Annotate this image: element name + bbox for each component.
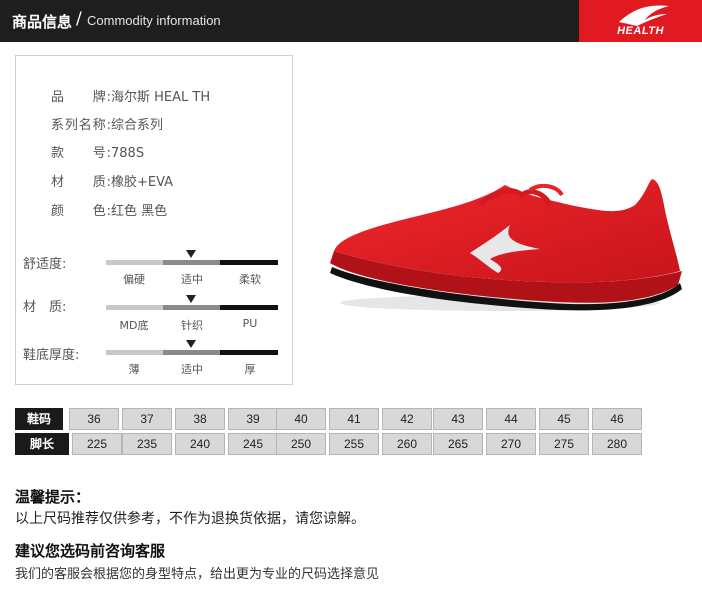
scale-indicator-icon bbox=[186, 340, 196, 348]
size-cell: 37 bbox=[122, 408, 172, 430]
size-cell: 42 bbox=[382, 408, 432, 430]
size-cell: 38 bbox=[175, 408, 225, 430]
scale-tick: 适中 bbox=[181, 363, 203, 376]
scale-tick: PU bbox=[242, 317, 258, 330]
product-image bbox=[300, 45, 702, 375]
size-cell: 240 bbox=[175, 433, 225, 455]
scale-segment bbox=[220, 260, 278, 265]
scale-indicator-icon bbox=[186, 295, 196, 303]
scale-segment bbox=[106, 260, 163, 265]
size-cell: 280 bbox=[592, 433, 642, 455]
scale-tick: 偏硬 bbox=[123, 273, 145, 286]
info-row-material: 材 质:橡胶+EVA bbox=[51, 171, 173, 190]
scale-tick: 适中 bbox=[181, 273, 203, 286]
size-cell: 44 bbox=[486, 408, 536, 430]
size-cell: 46 bbox=[592, 408, 642, 430]
info-value: 综合系列 bbox=[111, 118, 164, 133]
info-label: 材 质: bbox=[51, 175, 111, 190]
scale-segment bbox=[163, 350, 220, 355]
product-info-panel: 品 牌:海尔斯 HEAL TH 系列名称:综合系列 款 号:788S 材 质:橡… bbox=[15, 55, 293, 385]
scale-segment bbox=[163, 305, 220, 310]
header-subtitle: Commodity information bbox=[87, 13, 221, 28]
size-cell: 235 bbox=[122, 433, 172, 455]
scale-segment bbox=[220, 350, 278, 355]
size-cell: 275 bbox=[539, 433, 589, 455]
info-row-brand: 品 牌:海尔斯 HEAL TH bbox=[51, 86, 210, 105]
info-label: 颜 色: bbox=[51, 204, 111, 219]
size-cell: 265 bbox=[433, 433, 483, 455]
size-cell: 255 bbox=[329, 433, 379, 455]
scale-label-sole-thickness: 鞋底厚度: bbox=[23, 348, 80, 363]
size-cell: 270 bbox=[486, 433, 536, 455]
size-cell: 36 bbox=[69, 408, 119, 430]
scale-segment bbox=[220, 305, 278, 310]
info-value: 788S bbox=[111, 146, 145, 161]
info-value: 橡胶+EVA bbox=[111, 175, 174, 190]
scale-segment bbox=[106, 350, 163, 355]
header-slash: / bbox=[76, 9, 82, 29]
info-label: 款 号: bbox=[51, 146, 111, 161]
tips-title-advice: 建议您选码前咨询客服 bbox=[15, 542, 166, 560]
scale-tick: 柔软 bbox=[239, 273, 261, 286]
scale-segment bbox=[106, 305, 163, 310]
size-cell: 250 bbox=[276, 433, 326, 455]
brand-logo-text: HEALTH bbox=[617, 25, 664, 37]
header-title: 商品信息 bbox=[12, 13, 73, 31]
info-value: 红色 黑色 bbox=[111, 204, 168, 219]
tips-text-advice: 我们的客服会根据您的身型特点，给出更为专业的尺码选择意见 bbox=[15, 567, 380, 582]
scale-label-material: 材 质: bbox=[23, 300, 67, 315]
size-cell: 40 bbox=[276, 408, 326, 430]
scale-label-comfort: 舒适度: bbox=[23, 257, 67, 272]
size-cell: 39 bbox=[228, 408, 278, 430]
info-label: 品 牌: bbox=[51, 90, 111, 105]
scale-tick: 针织 bbox=[181, 319, 203, 332]
shoe-icon bbox=[330, 179, 682, 311]
tips-title: 温馨提示： bbox=[15, 488, 91, 506]
size-cell: 260 bbox=[382, 433, 432, 455]
size-cell: 245 bbox=[228, 433, 278, 455]
size-cell: 45 bbox=[539, 408, 589, 430]
scale-tick: MD底 bbox=[119, 319, 149, 332]
scale-tick: 薄 bbox=[128, 363, 140, 376]
size-header-eu: 鞋码 bbox=[15, 408, 63, 430]
info-row-color: 颜 色:红色 黑色 bbox=[51, 200, 167, 219]
scale-segment bbox=[163, 260, 220, 265]
header-bar: 商品信息 / Commodity information HEALTH bbox=[0, 0, 702, 42]
info-label: 系列名称: bbox=[51, 118, 111, 133]
tips-text: 以上尺码推荐仅供参考，不作为退换货依据，请您谅解。 bbox=[15, 511, 365, 527]
size-header-foot-length: 脚长 (MM) bbox=[15, 433, 69, 473]
brand-logo: HEALTH bbox=[579, 0, 702, 42]
info-row-series: 系列名称:综合系列 bbox=[51, 114, 163, 133]
size-cell: 43 bbox=[433, 408, 483, 430]
size-cell: 41 bbox=[329, 408, 379, 430]
info-row-model: 款 号:788S bbox=[51, 142, 144, 161]
scale-tick: 厚 bbox=[244, 363, 256, 376]
size-cell: 225 bbox=[72, 433, 122, 455]
info-value: 海尔斯 HEAL TH bbox=[111, 90, 211, 105]
scale-indicator-icon bbox=[186, 250, 196, 258]
